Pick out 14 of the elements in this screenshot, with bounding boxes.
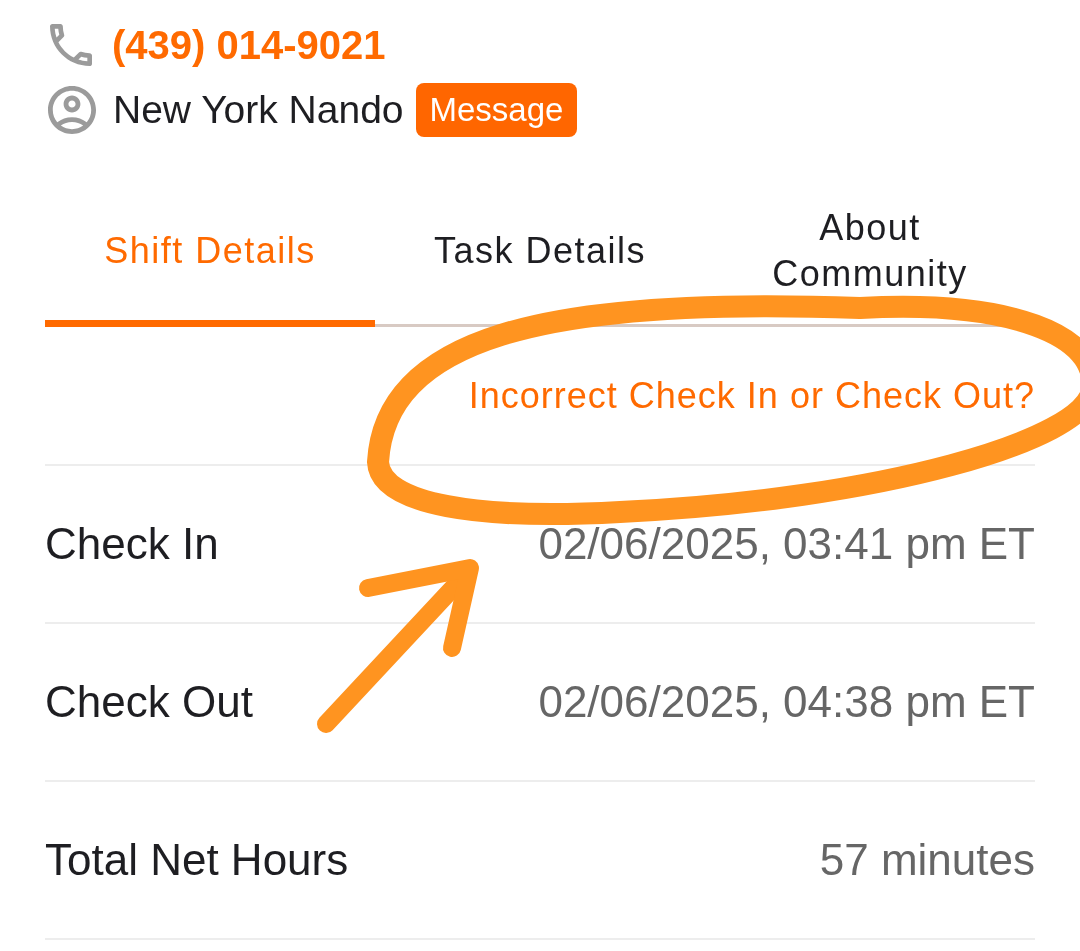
row-value: 57 minutes [819,835,1035,885]
row-label: Check Out [45,677,253,727]
row-value: 02/06/2025, 04:38 pm ET [538,677,1035,727]
contact-name: New York Nando [113,88,404,132]
row-value: 02/06/2025, 03:41 pm ET [538,519,1035,569]
tab[interactable]: About Community [705,200,1035,327]
row-label: Check In [45,519,219,569]
message-button[interactable]: Message [415,83,578,137]
phone-icon [50,24,92,66]
phone-number-link[interactable]: (439) 014-9021 [112,22,386,68]
incorrect-check-link[interactable]: Incorrect Check In or Check Out? [468,374,1035,417]
row-label: Total Net Hours [45,835,349,885]
tab[interactable]: Task Details [375,200,705,327]
tab[interactable]: Shift Details [45,200,375,327]
